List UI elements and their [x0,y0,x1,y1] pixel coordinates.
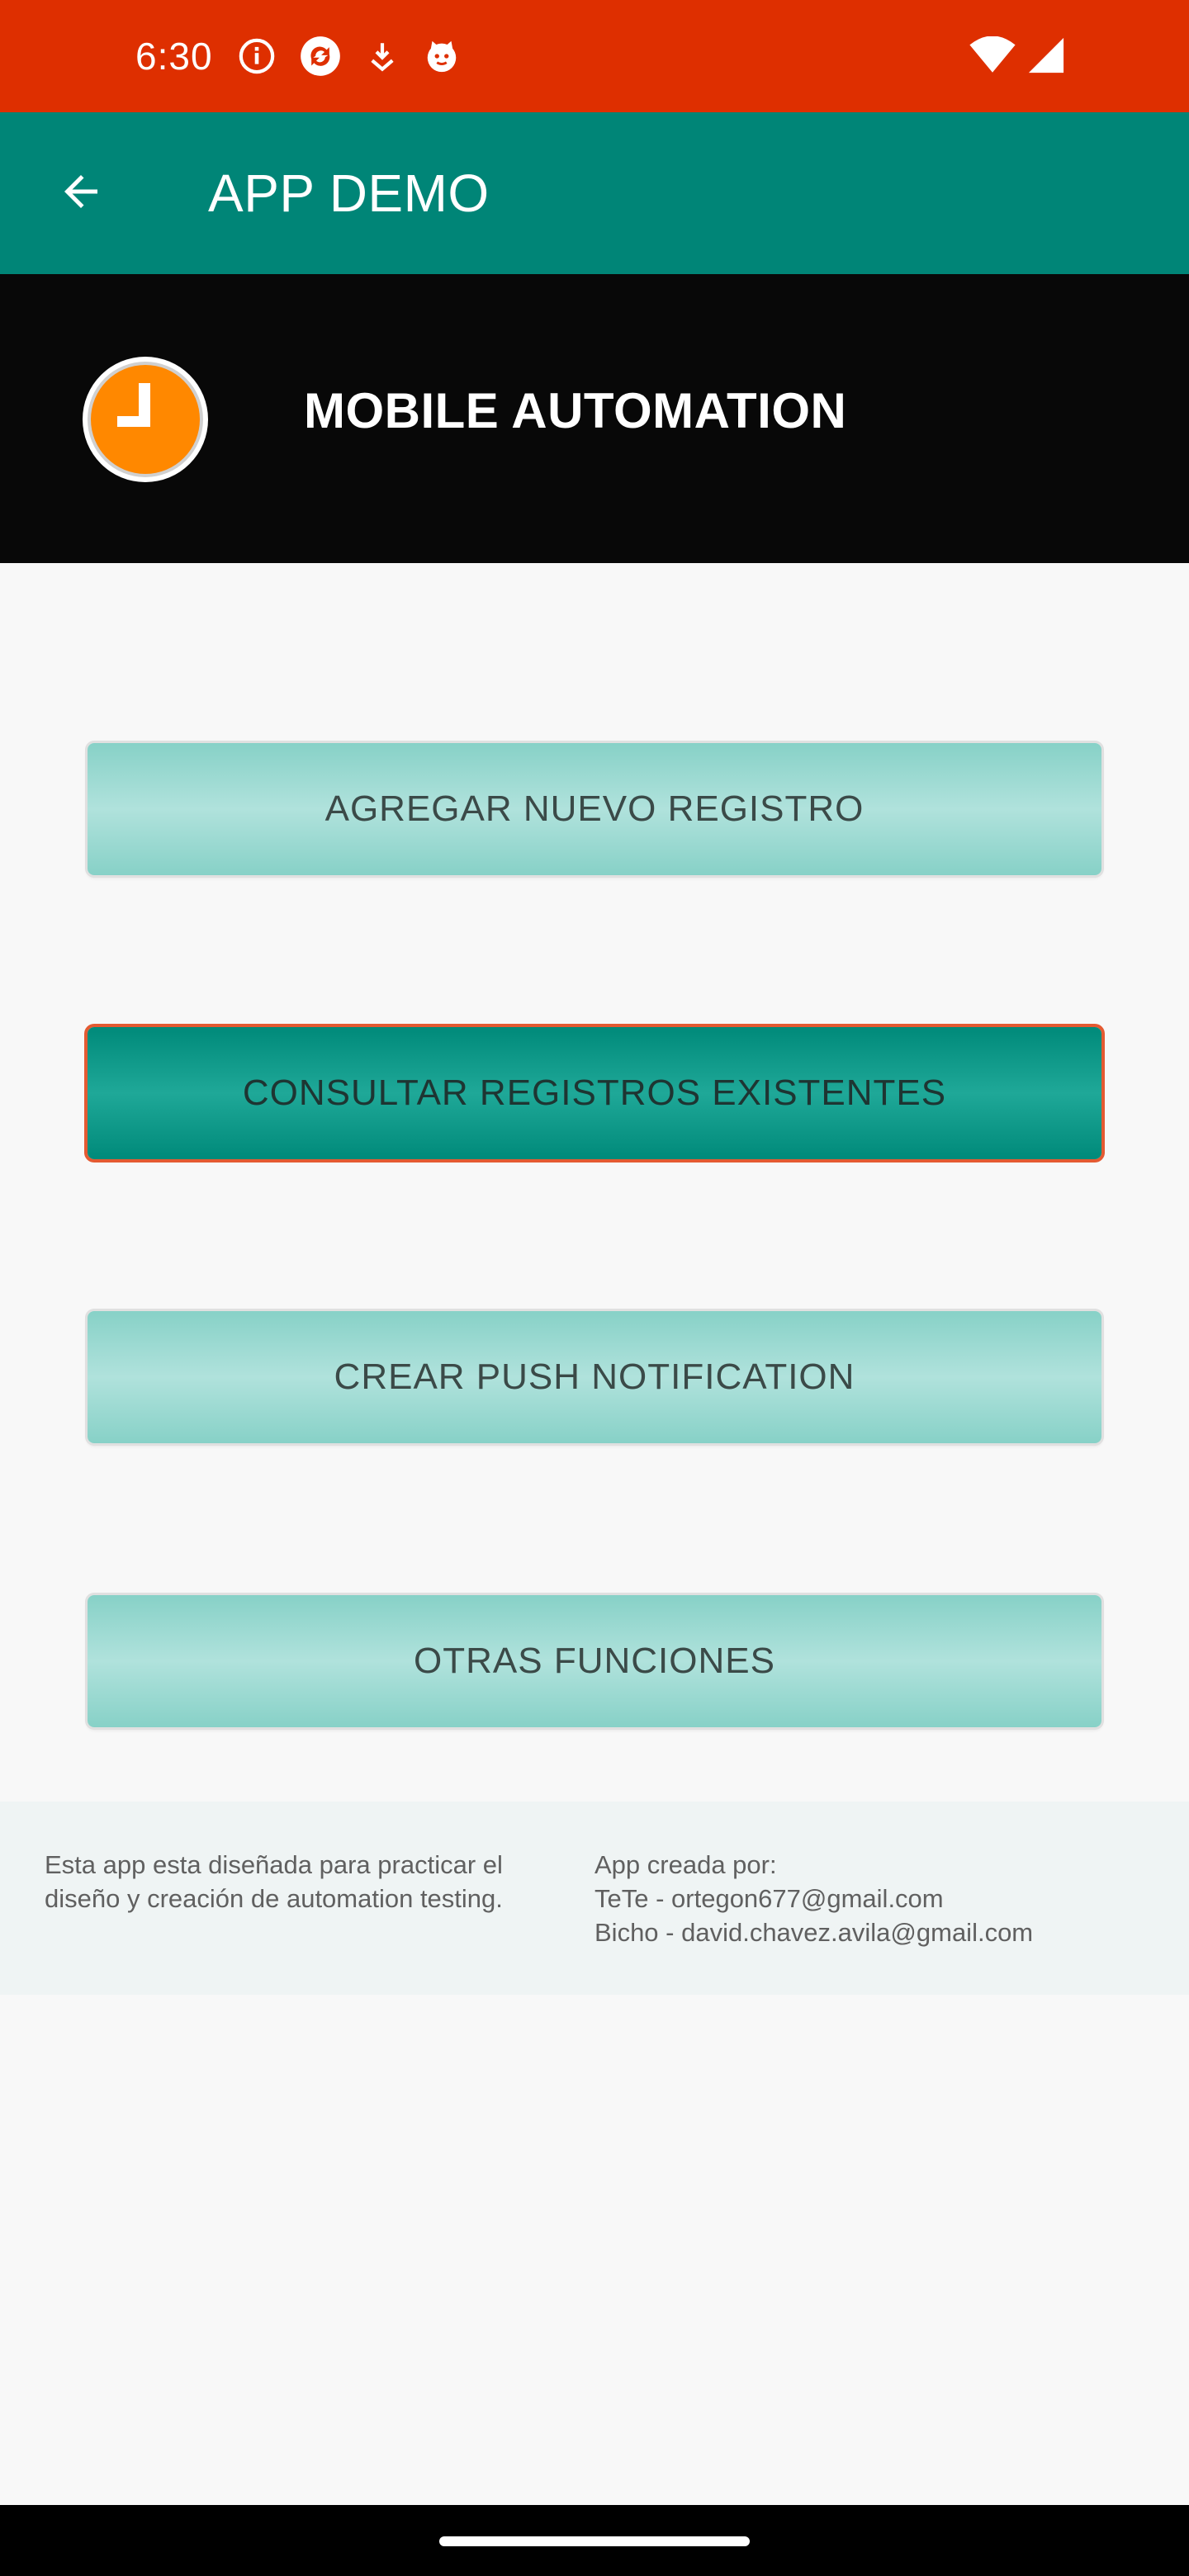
add-record-button[interactable]: AGREGAR NUEVO REGISTRO [88,743,1101,875]
footer-description: Esta app esta diseñada para practicar el… [45,1850,503,1913]
status-icons-right [969,36,1065,78]
footer-panel: Esta app esta diseñada para practicar el… [0,1802,1189,1995]
navigation-bar [0,2505,1189,2576]
push-notification-button[interactable]: CREAR PUSH NOTIFICATION [88,1311,1101,1443]
footer-credits: App creada por: TeTe - ortegon677@gmail.… [594,1848,1156,1949]
credit-line: TeTe - ortegon677@gmail.com [594,1884,944,1913]
other-functions-button[interactable]: OTRAS FUNCIONES [88,1595,1101,1727]
status-bar: 6:30 [0,0,1189,112]
wifi-icon [969,36,1016,78]
status-icons-left [238,35,461,78]
status-time: 6:30 [135,35,213,78]
info-icon [238,37,276,75]
signal-icon [1027,36,1065,78]
arrow-back-icon [56,167,106,220]
sync-icon [299,35,342,78]
credits-title: App creada por: [594,1850,777,1879]
credit-line: Bicho - david.chavez.avila@gmail.com [594,1918,1034,1947]
download-icon [365,37,400,75]
clock-icon [81,355,210,484]
header-panel: MOBILE AUTOMATION [0,274,1189,563]
query-records-button[interactable]: CONSULTAR REGISTROS EXISTENTES [88,1027,1101,1159]
home-gesture-handle[interactable] [439,2536,750,2546]
back-button[interactable] [41,154,121,233]
header-title: MOBILE AUTOMATION [304,383,847,438]
app-bar: APP DEMO [0,112,1189,274]
app-title: APP DEMO [208,163,490,223]
cat-icon [423,37,461,75]
